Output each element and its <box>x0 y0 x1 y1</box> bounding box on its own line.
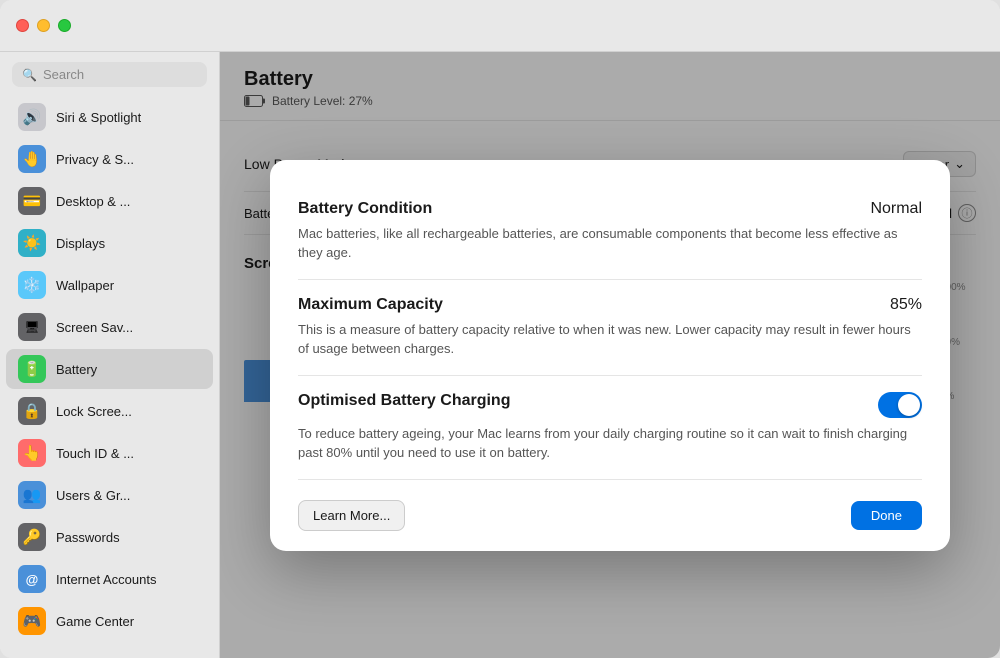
optimised-charging-header: Optimised Battery Charging <box>298 392 922 418</box>
sidebar-item-game-center[interactable]: 🎮 Game Center <box>6 601 213 641</box>
sidebar-label-lockscreen: Lock Scree... <box>56 404 132 419</box>
users-icon: 👥 <box>18 481 46 509</box>
dialog-footer: Learn More... Done <box>298 500 922 531</box>
optimised-charging-desc: To reduce battery ageing, your Mac learn… <box>298 424 922 463</box>
sidebar-label-screensaver: Screen Sav... <box>56 320 133 335</box>
learn-more-button[interactable]: Learn More... <box>298 500 405 531</box>
macos-window: 🔍 Search 🔊 Siri & Spotlight 🤚 Privacy & … <box>0 0 1000 658</box>
maximize-button[interactable] <box>58 19 71 32</box>
maximum-capacity-desc: This is a measure of battery capacity re… <box>298 320 922 359</box>
maximum-capacity-value: 85% <box>890 296 922 314</box>
siri-icon: 🔊 <box>18 103 46 131</box>
sidebar-label-touchid: Touch ID & ... <box>56 446 134 461</box>
optimised-charging-title: Optimised Battery Charging <box>298 392 510 410</box>
traffic-lights <box>16 19 71 32</box>
search-icon: 🔍 <box>22 68 37 82</box>
close-button[interactable] <box>16 19 29 32</box>
sidebar-item-lockscreen[interactable]: 🔒 Lock Scree... <box>6 391 213 431</box>
sidebar-item-internet-accounts[interactable]: @ Internet Accounts <box>6 559 213 599</box>
battery-condition-desc: Mac batteries, like all rechargeable bat… <box>298 224 922 263</box>
sidebar-label-internet-accounts: Internet Accounts <box>56 572 156 587</box>
displays-icon: ☀️ <box>18 229 46 257</box>
lockscreen-icon: 🔒 <box>18 397 46 425</box>
privacy-icon: 🤚 <box>18 145 46 173</box>
sidebar-label-passwords: Passwords <box>56 530 120 545</box>
overlay: Battery Condition Normal Mac batteries, … <box>220 52 1000 658</box>
desktop-icon: 💳 <box>18 187 46 215</box>
sidebar-item-displays[interactable]: ☀️ Displays <box>6 223 213 263</box>
sidebar-item-touchid[interactable]: 👆 Touch ID & ... <box>6 433 213 473</box>
search-bar[interactable]: 🔍 Search <box>12 62 207 87</box>
sidebar-label-desktop: Desktop & ... <box>56 194 130 209</box>
sidebar-label-users: Users & Gr... <box>56 488 130 503</box>
title-bar <box>0 0 1000 52</box>
sidebar-label-privacy: Privacy & S... <box>56 152 134 167</box>
battery-icon: 🔋 <box>18 355 46 383</box>
sidebar-label-displays: Displays <box>56 236 105 251</box>
maximum-capacity-header: Maximum Capacity 85% <box>298 296 922 314</box>
sidebar-label-siri: Siri & Spotlight <box>56 110 141 125</box>
optimised-charging-section: Optimised Battery Charging To reduce bat… <box>298 376 922 480</box>
battery-condition-header: Battery Condition Normal <box>298 200 922 218</box>
sidebar: 🔍 Search 🔊 Siri & Spotlight 🤚 Privacy & … <box>0 52 220 658</box>
minimize-button[interactable] <box>37 19 50 32</box>
battery-condition-section: Battery Condition Normal Mac batteries, … <box>298 184 922 280</box>
search-placeholder: Search <box>43 67 84 82</box>
maximum-capacity-title: Maximum Capacity <box>298 296 443 314</box>
sidebar-item-battery[interactable]: 🔋 Battery <box>6 349 213 389</box>
sidebar-label-game-center: Game Center <box>56 614 134 629</box>
sidebar-item-wallpaper[interactable]: ❄️ Wallpaper <box>6 265 213 305</box>
sidebar-item-privacy[interactable]: 🤚 Privacy & S... <box>6 139 213 179</box>
maximum-capacity-section: Maximum Capacity 85% This is a measure o… <box>298 280 922 376</box>
sidebar-item-users[interactable]: 👥 Users & Gr... <box>6 475 213 515</box>
touchid-icon: 👆 <box>18 439 46 467</box>
sidebar-item-passwords[interactable]: 🔑 Passwords <box>6 517 213 557</box>
sidebar-label-wallpaper: Wallpaper <box>56 278 114 293</box>
game-center-icon: 🎮 <box>18 607 46 635</box>
sidebar-item-desktop[interactable]: 💳 Desktop & ... <box>6 181 213 221</box>
optimised-charging-toggle[interactable] <box>878 392 922 418</box>
sidebar-item-screensaver[interactable]: 🖥 Screen Sav... <box>6 307 213 347</box>
sidebar-item-siri[interactable]: 🔊 Siri & Spotlight <box>6 97 213 137</box>
passwords-icon: 🔑 <box>18 523 46 551</box>
main-panel: Battery Battery Level: 27% Low Power Mod… <box>220 52 1000 658</box>
wallpaper-icon: ❄️ <box>18 271 46 299</box>
screensaver-icon: 🖥 <box>18 313 46 341</box>
sidebar-label-battery: Battery <box>56 362 97 377</box>
battery-info-dialog: Battery Condition Normal Mac batteries, … <box>270 160 950 551</box>
content-area: 🔍 Search 🔊 Siri & Spotlight 🤚 Privacy & … <box>0 52 1000 658</box>
internet-accounts-icon: @ <box>18 565 46 593</box>
done-button[interactable]: Done <box>851 501 922 530</box>
battery-condition-dialog-value: Normal <box>870 200 922 218</box>
battery-condition-title: Battery Condition <box>298 200 432 218</box>
toggle-knob <box>898 394 920 416</box>
